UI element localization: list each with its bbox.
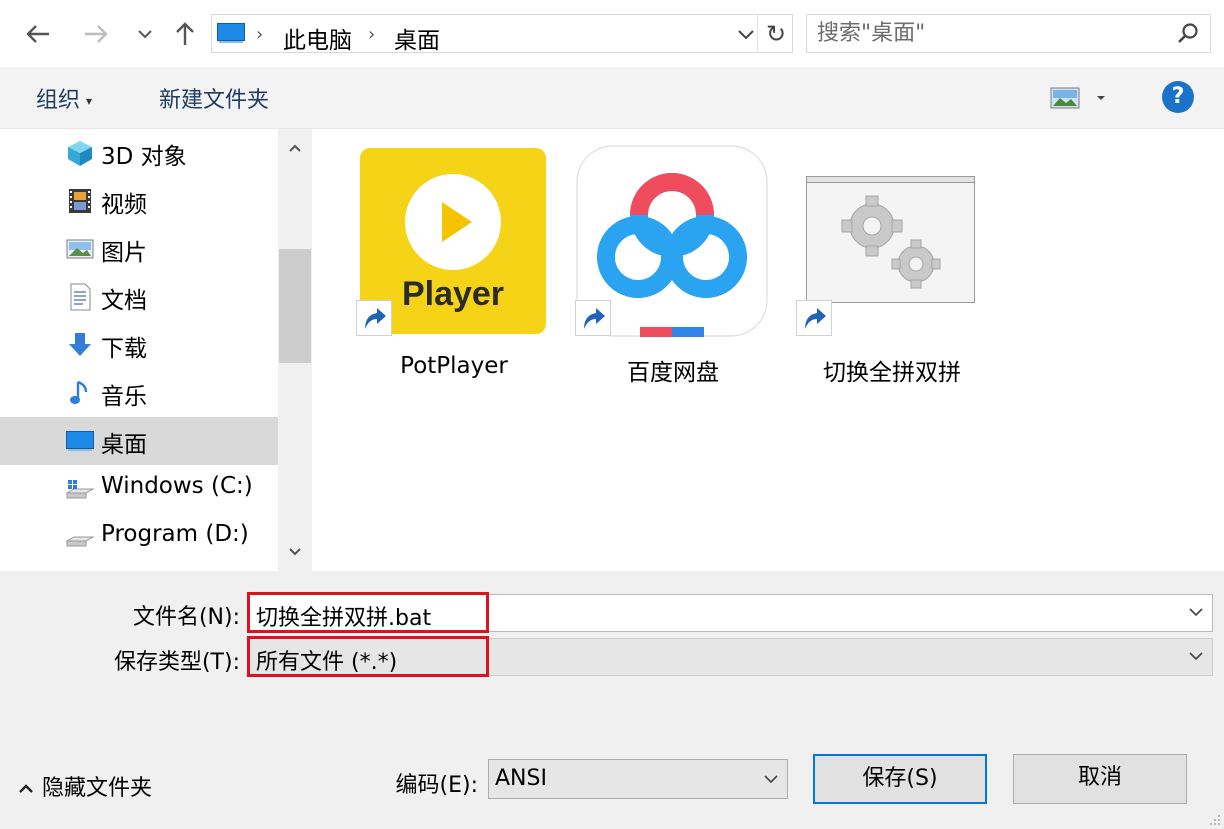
shortcut-overlay — [356, 300, 392, 336]
change-view-button[interactable] — [1050, 84, 1112, 112]
chevron-up-icon — [19, 784, 33, 793]
address-row: › 此电脑 › 桌面 ↻ — [0, 0, 1224, 67]
encoding-value: ANSI — [495, 766, 547, 791]
breadcrumb-separator: › — [368, 24, 376, 45]
nav-label: 视频 — [101, 192, 147, 218]
shortcut-arrow-icon — [365, 308, 386, 329]
video-icon — [69, 189, 91, 213]
search-box[interactable] — [806, 14, 1211, 53]
drive-icon — [66, 536, 94, 547]
nav-label: 文档 — [101, 288, 147, 314]
encoding-select[interactable]: ANSI — [488, 759, 788, 799]
shortcut-overlay — [796, 300, 832, 336]
nav-label: Program (D:) — [101, 521, 249, 547]
shortcut-overlay — [575, 300, 611, 336]
filetype-label: 保存类型(T): — [113, 650, 240, 675]
organize-menu[interactable]: 组织 ▾ — [36, 82, 92, 114]
windows-drive-icon — [66, 480, 94, 499]
hide-folders-toggle[interactable]: 隐藏文件夹 — [18, 770, 152, 802]
nav-item-video[interactable]: 视频 — [0, 177, 278, 225]
divider — [757, 15, 758, 52]
scroll-thumb[interactable] — [279, 249, 311, 363]
back-button[interactable] — [20, 14, 56, 54]
scroll-up-icon[interactable] — [286, 139, 304, 157]
up-button[interactable] — [167, 14, 203, 54]
arrow-up-icon — [176, 22, 194, 45]
arrow-left-icon — [26, 25, 49, 43]
nav-item-windows-c[interactable]: Windows (C:) — [0, 465, 278, 513]
forward-button[interactable] — [78, 14, 114, 54]
nav-item-music[interactable]: 音乐 — [0, 369, 278, 417]
chevron-down-icon[interactable] — [1188, 604, 1204, 620]
breadcrumb-separator: › — [256, 24, 264, 45]
nav-label: 音乐 — [101, 384, 147, 410]
hide-folders-label: 隐藏文件夹 — [42, 776, 153, 801]
chevron-down-icon — [138, 30, 152, 39]
help-button[interactable]: ? — [1162, 81, 1194, 113]
nav-label: 桌面 — [101, 432, 147, 458]
scroll-down-icon[interactable] — [286, 543, 304, 561]
nav-label: 图片 — [101, 240, 147, 266]
chevron-down-icon — [738, 29, 754, 39]
shortcut-arrow-icon — [805, 308, 826, 329]
caret-down-icon: ▾ — [86, 94, 93, 108]
search-input[interactable] — [817, 19, 1167, 48]
encoding-label: 编码(E): — [395, 773, 478, 798]
file-item-baidu-netdisk[interactable]: 百度网盘 — [573, 143, 773, 386]
downloads-icon — [69, 333, 91, 356]
address-bar[interactable]: › 此电脑 › 桌面 ↻ — [211, 14, 793, 55]
desktop-icon — [66, 431, 94, 451]
file-item-switch-pinyin[interactable]: 切换全拼双拼 — [792, 143, 992, 386]
nav-label: 3D 对象 — [101, 144, 187, 170]
file-name: 百度网盘 — [627, 360, 719, 386]
nav-scrollbar[interactable] — [278, 129, 312, 571]
save-button[interactable]: 保存(S) — [813, 754, 987, 804]
nav-item-pictures[interactable]: 图片 — [0, 225, 278, 273]
new-folder-button[interactable]: 新建文件夹 — [159, 82, 269, 114]
file-list: Player PotPlayer 百度网盘 切换全拼双拼 — [316, 129, 1224, 571]
3d-objects-icon — [68, 141, 92, 166]
save-options-panel: 文件名(N): 切换全拼双拼.bat 保存类型(T): 所有文件 (*.*) 隐… — [0, 571, 1224, 829]
nav-label: Windows (C:) — [101, 473, 253, 499]
chevron-down-icon — [1189, 652, 1203, 661]
music-icon — [70, 380, 88, 404]
nav-item-desktop[interactable]: 桌面 — [0, 417, 278, 465]
arrow-right-icon — [85, 25, 108, 43]
breadcrumb-this-pc[interactable]: 此电脑 — [283, 21, 352, 55]
pictures-icon — [66, 239, 94, 259]
nav-label: 下载 — [101, 336, 147, 362]
file-name: PotPlayer — [400, 353, 508, 379]
nav-item-3d-objects[interactable]: 3D 对象 — [0, 129, 278, 177]
documents-icon — [70, 283, 91, 311]
nav-item-documents[interactable]: 文档 — [0, 273, 278, 321]
view-options-icon — [1050, 87, 1105, 109]
command-bar: 组织 ▾ 新建文件夹 ? — [0, 67, 1224, 129]
highlight-box — [247, 636, 489, 677]
file-name: 切换全拼双拼 — [823, 360, 961, 386]
filename-label: 文件名(N): — [132, 605, 240, 630]
search-icon[interactable] — [1176, 22, 1200, 46]
nav-item-program-d[interactable]: Program (D:) — [0, 513, 278, 561]
organize-label: 组织 — [36, 88, 81, 113]
new-folder-label: 新建文件夹 — [159, 88, 270, 113]
refresh-icon: ↻ — [765, 19, 787, 48]
refresh-button[interactable]: ↻ — [759, 15, 793, 52]
cancel-button[interactable]: 取消 — [1013, 754, 1187, 804]
shortcut-arrow-icon — [584, 308, 605, 329]
chevron-down-icon — [764, 775, 778, 784]
breadcrumb-desktop[interactable]: 桌面 — [394, 21, 440, 55]
navigation-pane: 3D 对象 视频 图片 文档 下载 音乐 桌面 Windows (C:) Pro… — [0, 129, 312, 571]
recent-locations-button[interactable] — [127, 14, 163, 54]
resize-grip-icon[interactable] — [1206, 811, 1222, 827]
highlight-box — [247, 592, 489, 633]
desktop-icon — [217, 23, 245, 43]
nav-item-downloads[interactable]: 下载 — [0, 321, 278, 369]
file-item-potplayer[interactable]: Player PotPlayer — [354, 143, 554, 379]
batch-file-gears-icon — [806, 176, 975, 303]
